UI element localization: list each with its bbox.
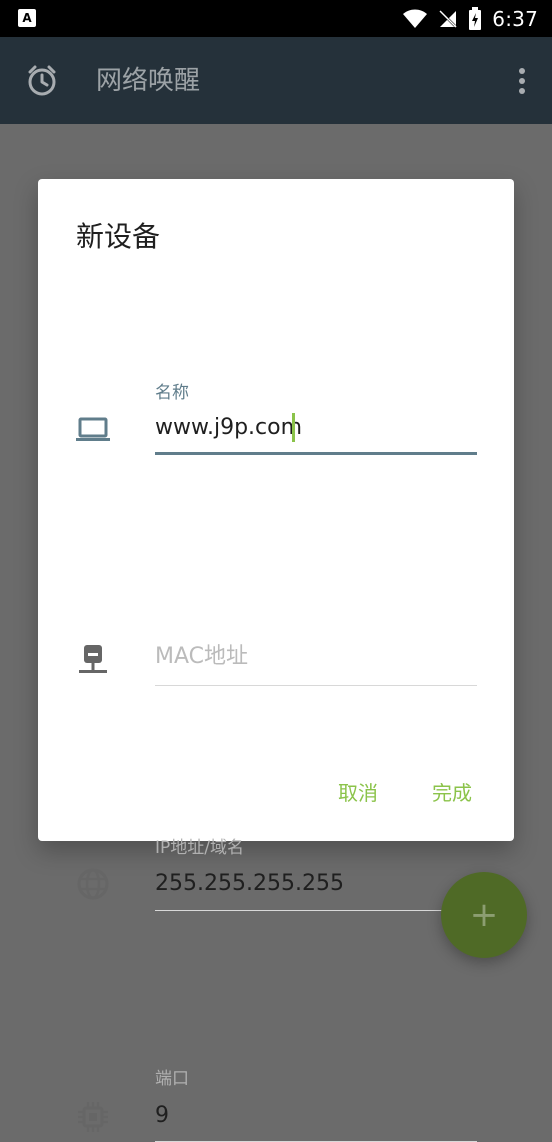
cancel-button[interactable]: 取消 [330,775,386,811]
app-title: 网络唤醒 [96,66,201,96]
status-icons: 6:37 [402,0,538,37]
port-input[interactable] [155,1099,477,1133]
dialog-title: 新设备 [76,220,161,253]
plus-icon: + [469,895,499,935]
device-name-field: 名称 [38,277,514,455]
port-field: 端口 [38,620,514,1142]
status-time: 6:37 [492,6,538,31]
new-device-dialog: 新设备 名称 IP地址/域名 端口 [38,179,514,1142]
port-label: 端口 [155,1069,189,1089]
alarm-icon [28,65,56,96]
status-bar: A 6:37 [0,0,552,37]
no-signal-icon [439,9,457,28]
ip-domain-input[interactable] [155,867,477,901]
done-button[interactable]: 完成 [424,775,480,811]
app-notification-icon: A [18,9,36,27]
battery-charging-icon [469,6,482,30]
add-device-button[interactable]: + [441,872,527,958]
more-vert-icon[interactable] [518,67,526,95]
globe-icon [77,868,109,900]
wifi-icon [403,9,428,28]
mac-address-field [38,394,514,686]
ip-domain-field: IP地址/域名 [38,504,514,911]
ip-domain-underline [155,910,477,911]
dialog-actions: 取消 完成 [330,775,480,811]
ip-domain-label: IP地址/域名 [155,838,244,858]
app-bar: 网络唤醒 [0,37,552,124]
chip-icon [78,1102,108,1132]
